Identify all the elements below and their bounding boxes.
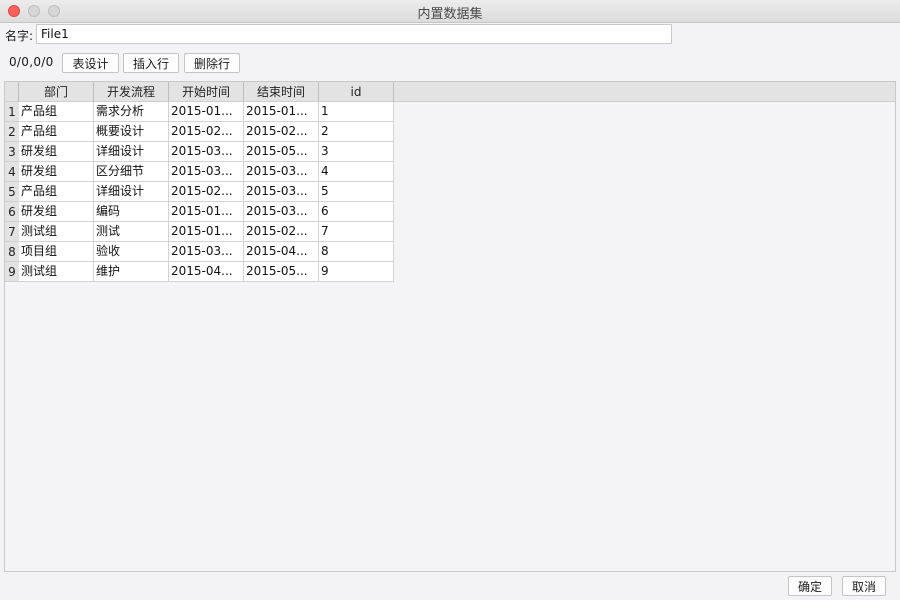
table-row[interactable]: 2 产品组 概要设计 2015-02... 2015-02... 2 (5, 122, 394, 142)
table-cell-id[interactable]: 2 (319, 122, 394, 142)
title-bar: 内置数据集 (0, 0, 900, 23)
table-cell-department[interactable]: 测试组 (19, 222, 94, 242)
col-end-time-header[interactable]: 结束时间 (244, 82, 319, 102)
table-cell-end-time[interactable]: 2015-03... (244, 202, 319, 222)
table-row[interactable]: 8 项目组 验收 2015-03... 2015-04... 8 (5, 242, 394, 262)
table-cell-department[interactable]: 研发组 (19, 142, 94, 162)
table-cell-process[interactable]: 维护 (94, 262, 169, 282)
table-cell-start-time[interactable]: 2015-03... (169, 162, 244, 182)
cancel-button[interactable]: 取消 (842, 576, 886, 596)
table-corner (5, 82, 19, 102)
table-cell-process[interactable]: 详细设计 (94, 182, 169, 202)
table-cell-process[interactable]: 区分细节 (94, 162, 169, 182)
name-input[interactable] (36, 24, 672, 44)
table-cell-id[interactable]: 8 (319, 242, 394, 262)
table-cell-end-time[interactable]: 2015-04... (244, 242, 319, 262)
table-cell-process[interactable]: 验收 (94, 242, 169, 262)
table-cell-start-time[interactable]: 2015-03... (169, 242, 244, 262)
table-cell-id[interactable]: 1 (319, 102, 394, 122)
table-cell-id[interactable]: 4 (319, 162, 394, 182)
row-number[interactable]: 9 (5, 262, 19, 282)
table-header-row: 部门 开发流程 开始时间 结束时间 id (5, 82, 895, 102)
table-cell-process[interactable]: 详细设计 (94, 142, 169, 162)
table-cell-process[interactable]: 编码 (94, 202, 169, 222)
table-cell-department[interactable]: 测试组 (19, 262, 94, 282)
row-number[interactable]: 4 (5, 162, 19, 182)
col-department-header[interactable]: 部门 (19, 82, 94, 102)
table-row[interactable]: 9 测试组 维护 2015-04... 2015-05... 9 (5, 262, 394, 282)
delete-row-button[interactable]: 删除行 (184, 53, 240, 73)
table-cell-process[interactable]: 需求分析 (94, 102, 169, 122)
table-cell-id[interactable]: 5 (319, 182, 394, 202)
table-cell-start-time[interactable]: 2015-04... (169, 262, 244, 282)
table-cell-end-time[interactable]: 2015-05... (244, 142, 319, 162)
row-number[interactable]: 1 (5, 102, 19, 122)
table-cell-department[interactable]: 产品组 (19, 102, 94, 122)
row-number[interactable]: 6 (5, 202, 19, 222)
table-cell-id[interactable]: 7 (319, 222, 394, 242)
table-cell-start-time[interactable]: 2015-02... (169, 122, 244, 142)
table-cell-end-time[interactable]: 2015-02... (244, 122, 319, 142)
row-number[interactable]: 7 (5, 222, 19, 242)
table-cell-id[interactable]: 3 (319, 142, 394, 162)
table-row[interactable]: 4 研发组 区分细节 2015-03... 2015-03... 4 (5, 162, 394, 182)
table-row[interactable]: 3 研发组 详细设计 2015-03... 2015-05... 3 (5, 142, 394, 162)
table-cell-start-time[interactable]: 2015-01... (169, 102, 244, 122)
table-cell-department[interactable]: 研发组 (19, 162, 94, 182)
table-cell-end-time[interactable]: 2015-02... (244, 222, 319, 242)
row-number[interactable]: 8 (5, 242, 19, 262)
table-design-button[interactable]: 表设计 (62, 53, 119, 73)
table-row[interactable]: 7 测试组 测试 2015-01... 2015-02... 7 (5, 222, 394, 242)
table-cell-end-time[interactable]: 2015-03... (244, 162, 319, 182)
table-row[interactable]: 6 研发组 编码 2015-01... 2015-03... 6 (5, 202, 394, 222)
table-row[interactable]: 5 产品组 详细设计 2015-02... 2015-03... 5 (5, 182, 394, 202)
data-table: 部门 开发流程 开始时间 结束时间 id 1 产品组 需求分析 2015-01... 2015-… (4, 81, 896, 572)
row-number[interactable]: 5 (5, 182, 19, 202)
table-cell-department[interactable]: 产品组 (19, 122, 94, 142)
row-number[interactable]: 3 (5, 142, 19, 162)
table-cell-id[interactable]: 9 (319, 262, 394, 282)
table-cell-start-time[interactable]: 2015-02... (169, 182, 244, 202)
col-process-header[interactable]: 开发流程 (94, 82, 169, 102)
row-number[interactable]: 2 (5, 122, 19, 142)
table-cell-department[interactable]: 产品组 (19, 182, 94, 202)
table-cell-process[interactable]: 概要设计 (94, 122, 169, 142)
name-label: 名字: (5, 29, 34, 43)
insert-row-button[interactable]: 插入行 (123, 53, 179, 73)
table-cell-end-time[interactable]: 2015-05... (244, 262, 319, 282)
row-position-indicator: 0/0,0/0 (9, 55, 54, 69)
table-cell-id[interactable]: 6 (319, 202, 394, 222)
col-id-header[interactable]: id (319, 82, 394, 102)
table-cell-start-time[interactable]: 2015-03... (169, 142, 244, 162)
table-cell-department[interactable]: 项目组 (19, 242, 94, 262)
table-cell-start-time[interactable]: 2015-01... (169, 222, 244, 242)
table-row[interactable]: 1 产品组 需求分析 2015-01... 2015-01... 1 (5, 102, 394, 122)
table-cell-end-time[interactable]: 2015-01... (244, 102, 319, 122)
table-cell-end-time[interactable]: 2015-03... (244, 182, 319, 202)
ok-button[interactable]: 确定 (788, 576, 832, 596)
table-cell-start-time[interactable]: 2015-01... (169, 202, 244, 222)
table-cell-process[interactable]: 测试 (94, 222, 169, 242)
window-title: 内置数据集 (417, 7, 483, 22)
col-start-time-header[interactable]: 开始时间 (169, 82, 244, 102)
table-cell-department[interactable]: 研发组 (19, 202, 94, 222)
